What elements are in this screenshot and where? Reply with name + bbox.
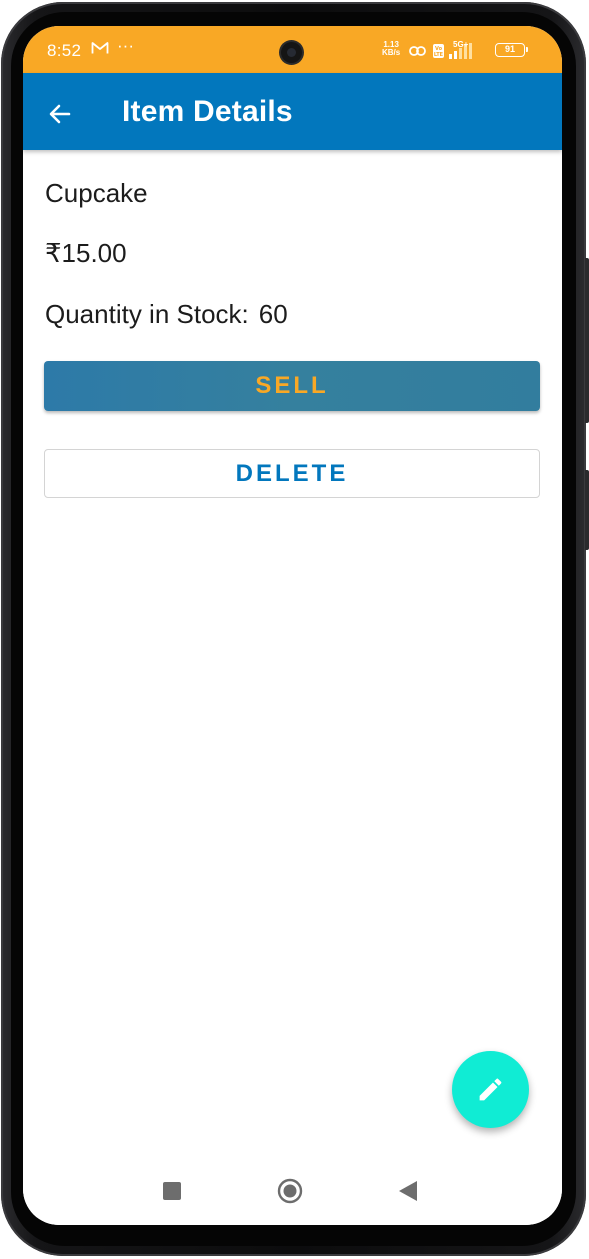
more-notifications-icon: ··· <box>117 36 134 55</box>
volte-icon: Vo LTE <box>433 44 444 58</box>
stock-label: Quantity in Stock: <box>45 299 249 329</box>
stock-row: Quantity in Stock: 60 <box>45 299 288 330</box>
screen: 8:52 ··· 1.13 KB/s Vo LTE 5G+ 91 Item De… <box>23 26 562 1225</box>
edit-fab-button[interactable] <box>452 1051 529 1128</box>
item-name: Cupcake <box>45 178 148 208</box>
sell-button[interactable]: SELL <box>44 361 540 411</box>
item-price: ₹15.00 <box>45 238 127 268</box>
svg-text:LTE: LTE <box>434 52 444 58</box>
system-nav-bar <box>23 1156 562 1225</box>
app-bar: Item Details <box>23 73 562 150</box>
triangle-back-icon[interactable] <box>398 1180 418 1202</box>
gmail-icon <box>91 41 109 59</box>
network-type: 5G+ <box>453 40 469 49</box>
arrow-left-icon <box>49 104 71 124</box>
page-title: Item Details <box>122 95 293 128</box>
pencil-icon <box>479 1078 502 1101</box>
network-speed-unit: KB/s <box>382 48 401 57</box>
battery-icon: 91 <box>495 43 528 57</box>
status-icons: Vo LTE <box>409 43 472 59</box>
phone-device: 8:52 ··· 1.13 KB/s Vo LTE 5G+ 91 Item De… <box>0 0 589 1259</box>
front-camera <box>281 42 302 63</box>
delete-button[interactable]: DELETE <box>44 449 540 498</box>
square-icon[interactable] <box>163 1182 181 1200</box>
hotspot-icon <box>409 46 426 56</box>
stock-value: 60 <box>258 299 288 329</box>
network-speed: 1.13 KB/s <box>382 41 400 57</box>
status-time: 8:52 <box>47 41 82 60</box>
status-bar: 8:52 ··· 1.13 KB/s Vo LTE 5G+ 91 <box>23 26 562 73</box>
volume-button <box>585 258 589 423</box>
circle-icon[interactable] <box>277 1178 303 1204</box>
back-button[interactable] <box>39 93 79 133</box>
power-button <box>585 470 589 550</box>
